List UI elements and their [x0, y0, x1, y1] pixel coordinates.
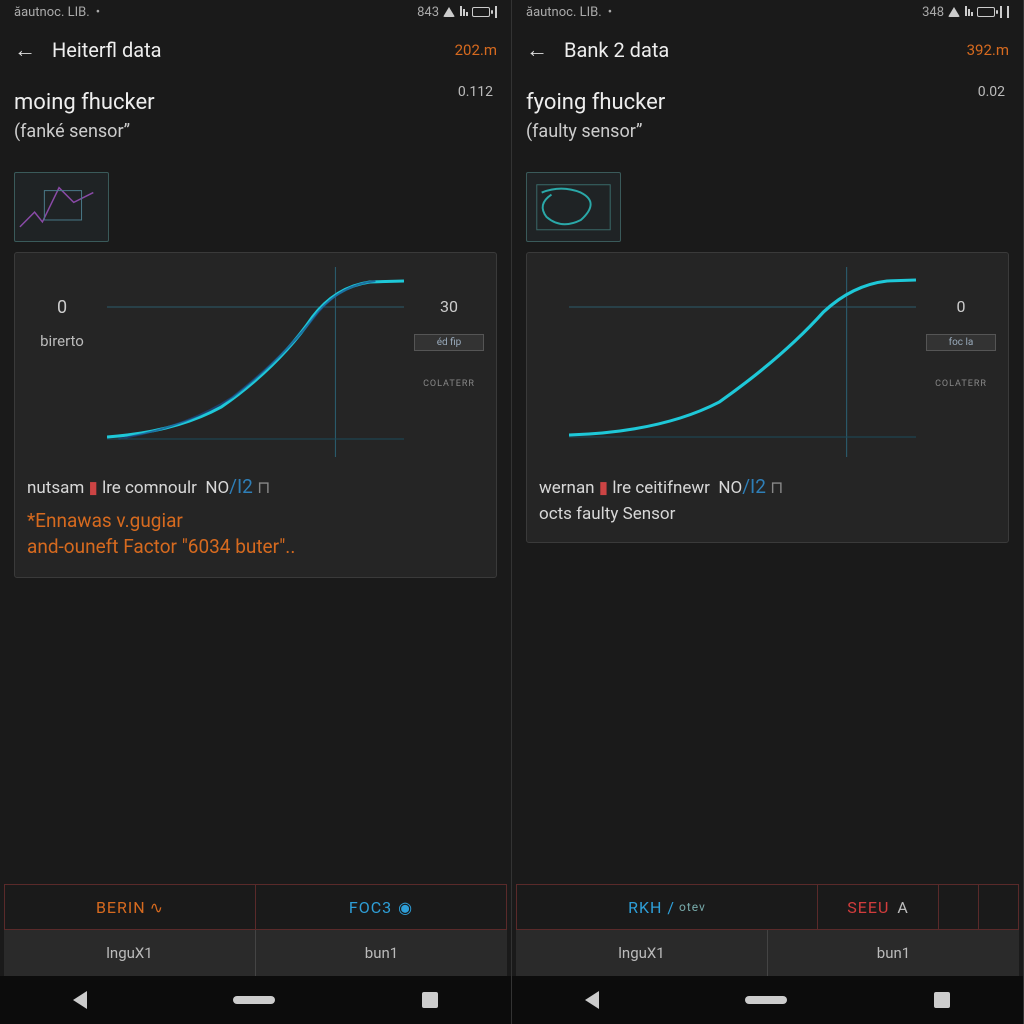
- page-meta: 202.m: [455, 41, 497, 59]
- battery-icon: [977, 7, 995, 17]
- page-title: Bank 2 data: [564, 38, 951, 62]
- chart-right-axis: 0 foc la COLATERR: [926, 267, 996, 389]
- clock-label: 843: [417, 5, 439, 20]
- card-caption-2: octs faulty Sensor: [539, 504, 996, 524]
- sub-row: lnguX1 bun1: [4, 930, 507, 976]
- back-icon[interactable]: ←: [14, 37, 36, 63]
- action-row: BERIN∿ FOC3◉: [4, 884, 507, 930]
- action-berin-button[interactable]: BERIN∿: [5, 885, 255, 929]
- android-nav-bar: [0, 976, 511, 1024]
- nav-home-icon[interactable]: [233, 996, 275, 1004]
- warning-text: *Ennawas v.gugiar and-ouneft Factor "603…: [27, 508, 484, 559]
- heading: moing fhucker: [14, 90, 497, 115]
- subcell-b[interactable]: bun1: [768, 930, 1019, 976]
- carrier-label: ăautnoc. LIB.: [526, 5, 602, 20]
- nav-recent-icon[interactable]: [422, 992, 438, 1008]
- signal-bar-icon: [1007, 6, 1009, 18]
- nav-home-icon[interactable]: [745, 996, 787, 1004]
- pane-left: ăautnoc. LIB.• 843 ← Heiterfl data 202.m…: [0, 0, 512, 1024]
- cell-icon: [459, 5, 468, 20]
- page-title: Heiterfl data: [52, 38, 439, 62]
- action-row: RKH /otev SEEUA: [516, 884, 1019, 930]
- action-rkh-button[interactable]: RKH /otev: [517, 885, 817, 929]
- status-bar: ăautnoc. LIB.• 348: [512, 0, 1023, 24]
- pane-right: ăautnoc. LIB.• 348 ← Bank 2 data 392.m 0…: [512, 0, 1024, 1024]
- extra-buttons: [938, 885, 1018, 929]
- mini-label: COLATERR: [414, 379, 484, 389]
- subheading: (fanké sensor”: [14, 121, 497, 142]
- back-icon[interactable]: ←: [526, 37, 548, 63]
- content: 0.02 fyoing fhucker (faulty sensor” 0: [512, 76, 1023, 1024]
- card-caption: nutsam ▮ lre comnoulr NO/I2 ⊓: [27, 475, 484, 498]
- axis-value: 0: [27, 297, 97, 318]
- wifi-icon: [948, 7, 960, 17]
- extra-button-1[interactable]: [938, 885, 978, 929]
- wifi-icon: [443, 7, 455, 17]
- top-value: 0.112: [458, 84, 493, 100]
- subcell-a[interactable]: lnguX1: [516, 930, 767, 976]
- chart-plot[interactable]: [569, 267, 916, 457]
- sensor-thumbnail[interactable]: [526, 172, 621, 242]
- chart-right-axis: 30 éd fip COLATERR: [414, 267, 484, 389]
- content: 0.112 moing fhucker (fanké sensor” 0 bir…: [0, 76, 511, 1024]
- nav-back-icon[interactable]: [585, 991, 599, 1009]
- carrier-label: ăautnoc. LIB.: [14, 5, 90, 20]
- action-foc-button[interactable]: FOC3◉: [256, 885, 506, 929]
- clock-label: 348: [922, 5, 944, 20]
- app-bar: ← Bank 2 data 392.m: [512, 24, 1023, 76]
- sub-row: lnguX1 bun1: [516, 930, 1019, 976]
- chart-left-axis: 0 birerto: [27, 267, 97, 350]
- mini-badge[interactable]: foc la: [926, 334, 996, 351]
- action-seeu-button[interactable]: SEEUA: [818, 885, 938, 929]
- chart-card: 0 foc la COLATERR wernan ▮ lre ceitifnew…: [526, 252, 1009, 543]
- status-bar: ăautnoc. LIB.• 843: [0, 0, 511, 24]
- heading: fyoing fhucker: [526, 90, 1009, 115]
- signal-bar-icon: [495, 6, 497, 18]
- battery-icon: [472, 7, 490, 17]
- extra-button-2[interactable]: [978, 885, 1018, 929]
- android-nav-bar: [512, 976, 1023, 1024]
- app-bar: ← Heiterfl data 202.m: [0, 24, 511, 76]
- subheading: (faulty sensor”: [526, 121, 1009, 142]
- chart-plot[interactable]: [107, 267, 404, 457]
- top-value: 0.02: [978, 84, 1005, 100]
- sensor-thumbnail[interactable]: [14, 172, 109, 242]
- axis-value-right: 0: [926, 297, 996, 316]
- subcell-a[interactable]: lnguX1: [4, 930, 255, 976]
- nav-back-icon[interactable]: [73, 991, 87, 1009]
- mini-badge[interactable]: éd fip: [414, 334, 484, 351]
- subcell-b[interactable]: bun1: [256, 930, 507, 976]
- page-meta: 392.m: [967, 41, 1009, 59]
- card-caption: wernan ▮ lre ceitifnewr NO/I2 ⊓: [539, 475, 996, 498]
- axis-label: birerto: [27, 332, 97, 350]
- mini-label: COLATERR: [926, 379, 996, 389]
- signal-bar-icon: [1000, 6, 1002, 18]
- axis-value-right: 30: [414, 297, 484, 316]
- cell-icon: [964, 5, 973, 20]
- nav-recent-icon[interactable]: [934, 992, 950, 1008]
- chart-card: 0 birerto 30 éd fip COLATERR: [14, 252, 497, 578]
